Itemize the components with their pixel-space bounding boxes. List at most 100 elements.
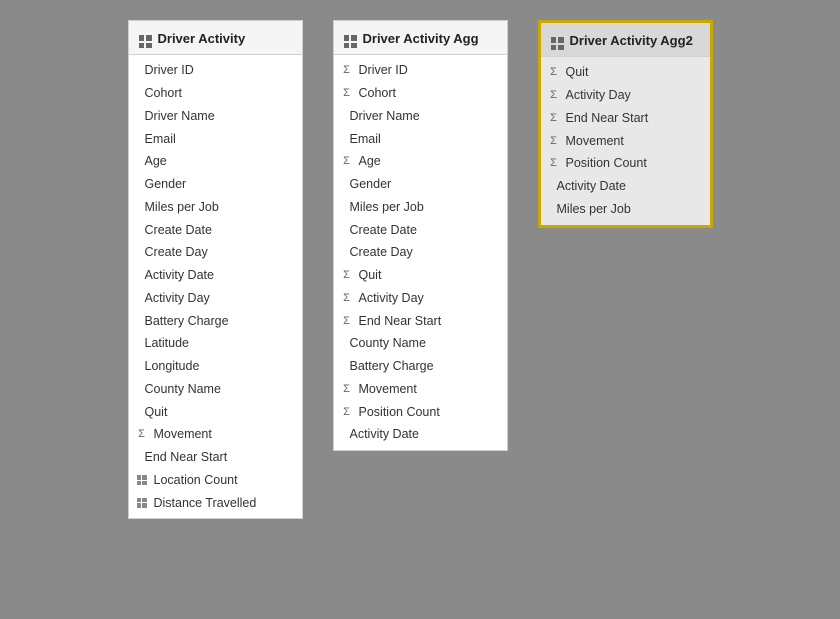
field-item: Create Day xyxy=(334,241,507,264)
field-label: Activity Day xyxy=(145,289,210,308)
field-label: Activity Day xyxy=(566,86,631,105)
field-item: Σ End Near Start xyxy=(541,107,710,130)
field-label: Create Date xyxy=(145,221,212,240)
field-label: Driver ID xyxy=(145,61,194,80)
field-label: Quit xyxy=(359,266,382,285)
field-label: Activity Date xyxy=(557,177,626,196)
table-header-driver-activity: Driver Activity xyxy=(129,21,302,55)
field-item: Battery Charge xyxy=(129,310,302,333)
field-item: Create Day xyxy=(129,241,302,264)
field-item: Quit xyxy=(129,401,302,424)
field-label: End Near Start xyxy=(566,109,649,128)
field-label: Position Count xyxy=(566,154,647,173)
table-title: Driver Activity Agg xyxy=(363,31,479,46)
sigma-icon: Σ xyxy=(340,153,354,170)
field-label: Longitude xyxy=(145,357,200,376)
field-label: Cohort xyxy=(359,84,397,103)
field-item: Σ Position Count xyxy=(541,152,710,175)
field-item: Σ Movement xyxy=(541,130,710,153)
field-item: Distance Travelled xyxy=(129,492,302,515)
field-item: Miles per Job xyxy=(541,198,710,221)
field-label: County Name xyxy=(145,380,221,399)
sigma-icon: Σ xyxy=(340,313,354,330)
field-item: Σ Quit xyxy=(334,264,507,287)
field-label: Create Date xyxy=(350,221,417,240)
field-label: Age xyxy=(359,152,381,171)
field-item: Driver ID xyxy=(129,59,302,82)
field-label: Age xyxy=(145,152,167,171)
field-label: Activity Date xyxy=(145,266,214,285)
sigma-icon: Σ xyxy=(135,426,149,443)
field-list: ΣDriver IDΣCohortDriver NameEmailΣAgeGen… xyxy=(334,55,507,450)
field-label: County Name xyxy=(350,334,426,353)
field-label: Activity Date xyxy=(350,425,419,444)
field-label: Driver Name xyxy=(350,107,420,126)
field-label: Gender xyxy=(145,175,187,194)
field-item: Activity Date xyxy=(541,175,710,198)
table-grid-icon xyxy=(344,29,357,48)
field-label: Email xyxy=(145,130,176,149)
field-label: Driver ID xyxy=(359,61,408,80)
field-item: ΣActivity Day xyxy=(334,287,507,310)
field-label: Position Count xyxy=(359,403,440,422)
grid-field-icon xyxy=(135,498,149,508)
sigma-icon: Σ xyxy=(547,64,561,81)
table-card-driver-activity: Driver Activity Driver ID Cohort Driver Nam… xyxy=(128,20,303,519)
sigma-icon: Σ xyxy=(340,381,354,398)
field-item: Σ End Near Start xyxy=(334,310,507,333)
field-item: Email xyxy=(334,128,507,151)
field-label: Miles per Job xyxy=(145,198,219,217)
field-label: Movement xyxy=(566,132,624,151)
table-card-driver-activity-agg2: Driver Activity Agg2ΣQuitΣActivity DayΣE… xyxy=(538,20,713,228)
field-label: Gender xyxy=(350,175,392,194)
field-item: Cohort xyxy=(129,82,302,105)
field-label: Movement xyxy=(359,380,417,399)
field-item: Σ Activity Day xyxy=(541,84,710,107)
table-header-driver-activity-agg: Driver Activity Agg xyxy=(334,21,507,55)
field-item: ΣDriver ID xyxy=(334,59,507,82)
field-list: Σ Quit Σ Activity Day Σ End Near Start Σ Moveme… xyxy=(541,57,710,224)
field-item: Create Date xyxy=(334,219,507,242)
field-label: Quit xyxy=(566,63,589,82)
field-item: Activity Day xyxy=(129,287,302,310)
field-item: Σ Quit xyxy=(541,61,710,84)
sigma-icon: Σ xyxy=(547,110,561,127)
field-item: Age xyxy=(129,150,302,173)
field-item: Battery Charge xyxy=(334,355,507,378)
field-item: Activity Date xyxy=(334,423,507,446)
field-label: Battery Charge xyxy=(350,357,434,376)
field-item: County Name xyxy=(129,378,302,401)
field-label: Miles per Job xyxy=(557,200,631,219)
table-grid-icon xyxy=(551,31,564,50)
field-item: Σ Position Count xyxy=(334,401,507,424)
field-label: Create Day xyxy=(145,243,208,262)
sigma-icon: Σ xyxy=(547,133,561,150)
field-label: End Near Start xyxy=(359,312,442,331)
table-title: Driver Activity Agg2 xyxy=(570,33,693,48)
field-label: Quit xyxy=(145,403,168,422)
sigma-icon: Σ xyxy=(547,155,561,172)
sigma-icon: Σ xyxy=(340,267,354,284)
field-item: Σ Age xyxy=(334,150,507,173)
field-item: Activity Date xyxy=(129,264,302,287)
field-label: Movement xyxy=(154,425,212,444)
field-label: Distance Travelled xyxy=(154,494,257,513)
table-grid-icon xyxy=(139,29,152,48)
canvas: Driver Activity Driver ID Cohort Driver Nam… xyxy=(0,0,840,619)
field-label: Create Day xyxy=(350,243,413,262)
field-item: Location Count xyxy=(129,469,302,492)
field-item: Σ Movement xyxy=(334,378,507,401)
sigma-icon: Σ xyxy=(340,85,354,102)
field-item: Σ Movement xyxy=(129,423,302,446)
sigma-icon: Σ xyxy=(340,290,354,307)
sigma-icon: Σ xyxy=(340,404,354,421)
grid-field-icon xyxy=(135,475,149,485)
field-label: End Near Start xyxy=(145,448,228,467)
sigma-icon: Σ xyxy=(547,87,561,104)
field-item: End Near Start xyxy=(129,446,302,469)
field-item: Create Date xyxy=(129,219,302,242)
field-item: Driver Name xyxy=(129,105,302,128)
field-label: Cohort xyxy=(145,84,183,103)
field-label: Email xyxy=(350,130,381,149)
field-label: Miles per Job xyxy=(350,198,424,217)
